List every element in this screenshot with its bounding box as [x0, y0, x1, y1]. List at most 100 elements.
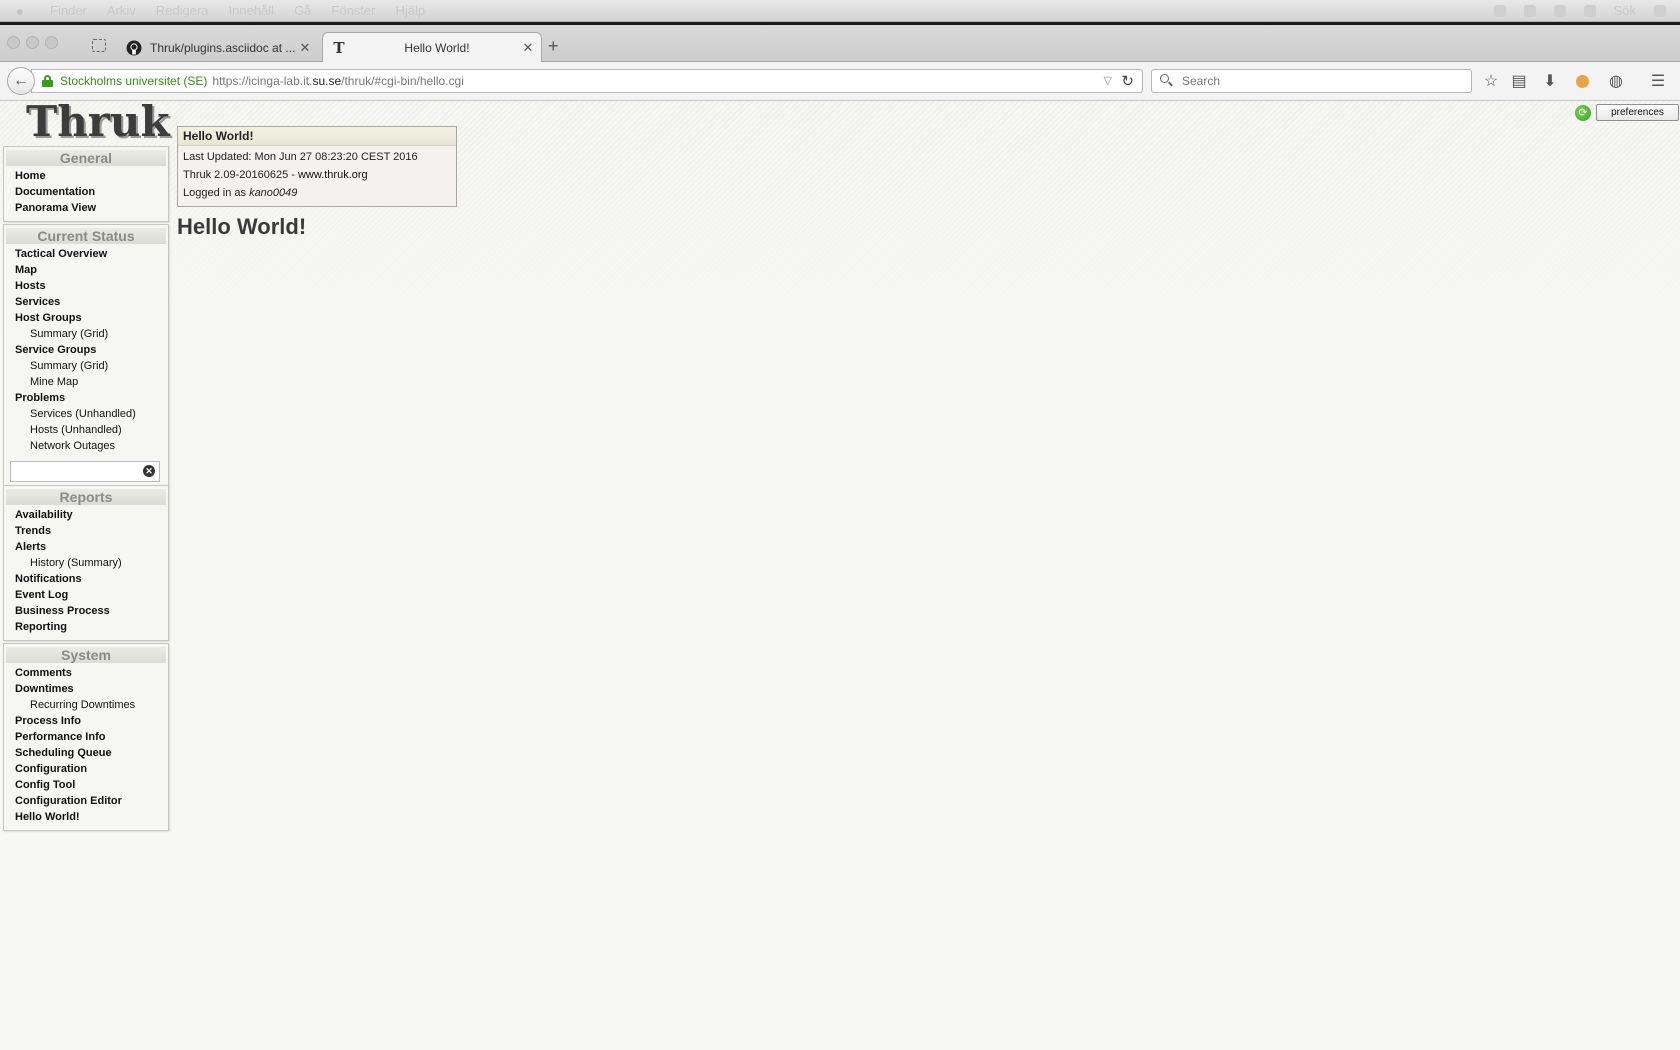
menu-ga[interactable]: Gå [284, 3, 321, 18]
nav-services-unhandled[interactable]: Services (Unhandled) [4, 406, 168, 422]
browser-navbar: Stockholms universitet (SE) https://icin… [0, 62, 1680, 101]
nav-section-general: General Home Documentation Panorama View [3, 146, 169, 222]
nav-panorama-view[interactable]: Panorama View [4, 200, 168, 216]
info-box: Hello World! Last Updated: Mon Jun 27 08… [177, 126, 457, 207]
nav-configuration[interactable]: Configuration [4, 761, 168, 777]
section-header: Reports [6, 489, 166, 505]
lock-icon [42, 75, 53, 87]
clear-search-icon[interactable]: ✕ [143, 465, 155, 477]
nav-process-info[interactable]: Process Info [4, 713, 168, 729]
nav-history-summary[interactable]: History (Summary) [4, 555, 168, 571]
nav-map[interactable]: Map [4, 262, 168, 278]
section-header: General [6, 150, 166, 166]
nav-servicegroup-summary-grid[interactable]: Summary (Grid) [4, 358, 168, 374]
tab-close-icon[interactable]: ✕ [519, 40, 537, 56]
url-text[interactable]: https://icinga-lab.it.su.se/thruk/#cgi-b… [212, 74, 463, 88]
back-arrow-icon: ← [13, 72, 29, 89]
section-header: Current Status [6, 228, 166, 244]
search-icon [1160, 74, 1174, 88]
nav-hello-world[interactable]: Hello World! [4, 809, 168, 825]
window-minimize-button[interactable] [26, 36, 39, 49]
thruk-logo[interactable]: Thruk [26, 97, 170, 146]
nav-section-system: System Comments Downtimes Recurring Down… [3, 643, 169, 831]
nav-hosts[interactable]: Hosts [4, 278, 168, 294]
nav-scheduling-queue[interactable]: Scheduling Queue [4, 745, 168, 761]
nav-configuration-editor[interactable]: Configuration Editor [4, 793, 168, 809]
menu-arkiv[interactable]: Arkiv [97, 3, 146, 18]
username: kano0049 [249, 187, 298, 199]
site-identity[interactable]: Stockholms universitet (SE) [60, 74, 207, 88]
github-icon [126, 40, 142, 56]
nav-services[interactable]: Services [4, 294, 168, 310]
back-button[interactable]: ← [7, 67, 35, 95]
os-menubar: ● Finder Arkiv Redigera Innehåll Gå Föns… [0, 0, 1680, 22]
url-dropdown-icon[interactable]: ▽ [1104, 74, 1112, 87]
refresh-icon[interactable]: ⟳ [1575, 105, 1591, 121]
page-title: Hello World! [177, 214, 307, 239]
menu-innehall[interactable]: Innehåll [219, 3, 285, 18]
url-bar[interactable]: Stockholms universitet (SE) https://icin… [31, 69, 1143, 93]
menu-redigera[interactable]: Redigera [146, 3, 219, 18]
globe-icon[interactable]: ◍ [1606, 71, 1626, 91]
browser-tabstrip: Thruk/plugins.asciidoc at ... ✕ T Hello … [0, 25, 1680, 63]
tab-title: Thruk/plugins.asciidoc at ... [150, 40, 296, 55]
bookmark-star-icon[interactable]: ☆ [1481, 71, 1501, 91]
nav-section-current-status: Current Status Tactical Overview Map Hos… [3, 224, 169, 488]
nav-host-groups[interactable]: Host Groups [4, 310, 168, 326]
nav-network-outages[interactable]: Network Outages [4, 438, 168, 454]
nav-problems[interactable]: Problems [4, 390, 168, 406]
download-icon[interactable]: ⬇ [1540, 71, 1560, 91]
preferences-button[interactable]: preferences [1596, 104, 1679, 121]
thruk-page: Thruk ⟳ preferences General Home Documen… [0, 97, 1680, 1050]
new-tab-icon[interactable]: + [548, 36, 559, 57]
apple-icon[interactable]: ● [0, 3, 40, 19]
nav-business-process[interactable]: Business Process [4, 603, 168, 619]
hamburger-menu-icon[interactable]: ☰ [1648, 71, 1668, 91]
nav-comments[interactable]: Comments [4, 665, 168, 681]
thruk-website-link[interactable]: www.thruk.org [298, 169, 368, 181]
extension-icon[interactable] [1572, 71, 1592, 91]
search-placeholder: Search [1182, 74, 1221, 88]
spotlight-label[interactable]: Sök [1614, 3, 1636, 18]
nav-hosts-unhandled[interactable]: Hosts (Unhandled) [4, 422, 168, 438]
nav-performance-info[interactable]: Performance Info [4, 729, 168, 745]
battery-icon[interactable] [1583, 4, 1596, 17]
nav-mine-map[interactable]: Mine Map [4, 374, 168, 390]
nav-config-tool[interactable]: Config Tool [4, 777, 168, 793]
search-bar[interactable]: Search [1151, 69, 1472, 93]
nav-recurring-downtimes[interactable]: Recurring Downtimes [4, 697, 168, 713]
status-tray-icon[interactable] [1523, 4, 1536, 17]
nav-home[interactable]: Home [4, 168, 168, 184]
menu-fonster[interactable]: Fönster [321, 3, 385, 18]
nav-section-reports: Reports Availability Trends Alerts Histo… [3, 485, 169, 641]
nav-service-groups[interactable]: Service Groups [4, 342, 168, 358]
tab-close-icon[interactable]: ✕ [296, 40, 314, 56]
window-zoom-button[interactable] [45, 36, 58, 49]
section-header: System [6, 647, 166, 663]
nav-trends[interactable]: Trends [4, 523, 168, 539]
nav-alerts[interactable]: Alerts [4, 539, 168, 555]
thruk-t-icon: T [333, 39, 345, 57]
nav-reporting[interactable]: Reporting [4, 619, 168, 635]
notification-center-icon[interactable] [1654, 4, 1666, 17]
nav-tactical-overview[interactable]: Tactical Overview [4, 246, 168, 262]
status-tray-icon[interactable] [1493, 4, 1506, 17]
nav-event-log[interactable]: Event Log [4, 587, 168, 603]
tab-groups-icon[interactable] [92, 39, 106, 52]
nav-documentation[interactable]: Documentation [4, 184, 168, 200]
logged-in-line: Logged in as kano0049 [183, 187, 298, 199]
menu-finder[interactable]: Finder [40, 3, 97, 18]
info-box-title: Hello World! [178, 127, 456, 146]
nav-downtimes[interactable]: Downtimes [4, 681, 168, 697]
window-close-button[interactable] [7, 36, 20, 49]
menu-hjalp[interactable]: Hjälp [385, 3, 435, 18]
reading-list-icon[interactable]: ▤ [1509, 71, 1529, 91]
nav-notifications[interactable]: Notifications [4, 571, 168, 587]
nav-hostgroup-summary-grid[interactable]: Summary (Grid) [4, 326, 168, 342]
wifi-icon[interactable] [1553, 4, 1566, 17]
nav-availability[interactable]: Availability [4, 507, 168, 523]
tab-hello-world[interactable]: T Hello World! ✕ [322, 32, 542, 63]
tab-github[interactable]: Thruk/plugins.asciidoc at ... ✕ [118, 32, 318, 63]
quick-search-input[interactable]: ✕ [10, 461, 160, 482]
reload-icon[interactable]: ↻ [1121, 72, 1134, 90]
